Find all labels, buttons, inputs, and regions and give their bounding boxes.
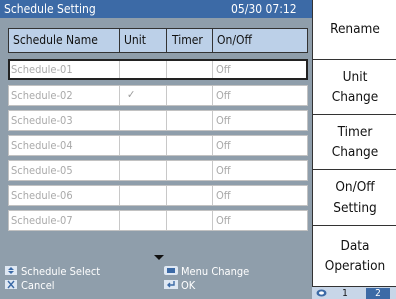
onoff-value: Off [216,164,231,177]
main-panel: Schedule Setting 05/30 07:12 Schedule Na… [0,0,312,299]
button-label: Data [340,237,370,254]
onoff-value: Off [216,89,231,102]
onoff-value: Off [216,139,231,152]
schedule-row-04[interactable]: Schedule-04 Off [8,135,308,156]
data-operation-button[interactable]: Data Operation [313,226,396,286]
rename-button[interactable]: Rename [313,0,396,60]
page-indicator[interactable]: 1 2 [312,286,396,299]
enter-icon [164,280,178,289]
onoff-value: Off [216,189,231,202]
schedule-name: Schedule-04 [11,139,73,152]
timer-change-button[interactable]: Timer Change [313,115,396,170]
schedule-name: Schedule-02 [11,89,73,102]
divider [119,29,120,52]
button-label: Unit [342,68,368,85]
schedule-row-02[interactable]: Schedule-02 ✓ Off [8,85,308,106]
button-label: Operation [324,258,386,274]
hint-menu-change: Menu Change [181,265,250,278]
scroll-down-icon[interactable] [154,255,164,260]
button-label: Rename [330,21,380,38]
page-1[interactable]: 1 [334,288,356,299]
schedule-name: Schedule-06 [11,189,73,202]
schedule-name: Schedule-07 [11,214,73,227]
schedule-row-01[interactable]: Schedule-01 Off [8,59,308,80]
column-header-timer: Timer [172,33,203,47]
column-header-name: Schedule Name [13,33,98,47]
button-label: Setting [333,199,377,216]
schedule-name: Schedule-01 [11,63,73,76]
hint-cancel: Cancel [21,279,55,292]
page-title: Schedule Setting [4,2,96,16]
unit-check-icon: ✓ [127,88,136,101]
onoff-setting-button[interactable]: On/Off Setting [313,170,396,226]
divider [166,29,167,52]
divider [212,29,213,52]
column-header-onoff: On/Off [217,33,252,47]
updown-icon [5,266,17,275]
button-label: On/Off [335,179,375,196]
schedule-name: Schedule-05 [11,164,73,177]
page-2[interactable]: 2 [366,288,390,299]
onoff-value: Off [216,63,231,76]
button-label: Change [331,144,379,160]
datetime: 05/30 07:12 [231,2,297,16]
side-menu: Rename Unit Change Timer Change On/Off S… [312,0,396,299]
onoff-value: Off [216,114,231,127]
menu-change-icon [164,266,178,275]
table-header: Schedule Name Unit Timer On/Off [8,28,308,53]
schedule-row-03[interactable]: Schedule-03 Off [8,110,308,131]
hint-schedule-select: Schedule Select [21,265,101,278]
schedule-row-07[interactable]: Schedule-07 Off [8,210,308,231]
page-toggle-icon [316,289,327,297]
button-label: Change [331,89,379,105]
schedule-row-06[interactable]: Schedule-06 Off [8,185,308,206]
button-label: Timer [337,123,373,140]
onoff-value: Off [216,214,231,227]
schedule-name: Schedule-03 [11,114,73,127]
schedule-row-05[interactable]: Schedule-05 Off [8,160,308,181]
unit-change-button[interactable]: Unit Change [313,60,396,115]
column-header-unit: Unit [124,33,146,47]
cancel-icon [5,280,17,289]
title-bar: Schedule Setting 05/30 07:12 [0,0,312,18]
hint-ok: OK [181,279,196,292]
